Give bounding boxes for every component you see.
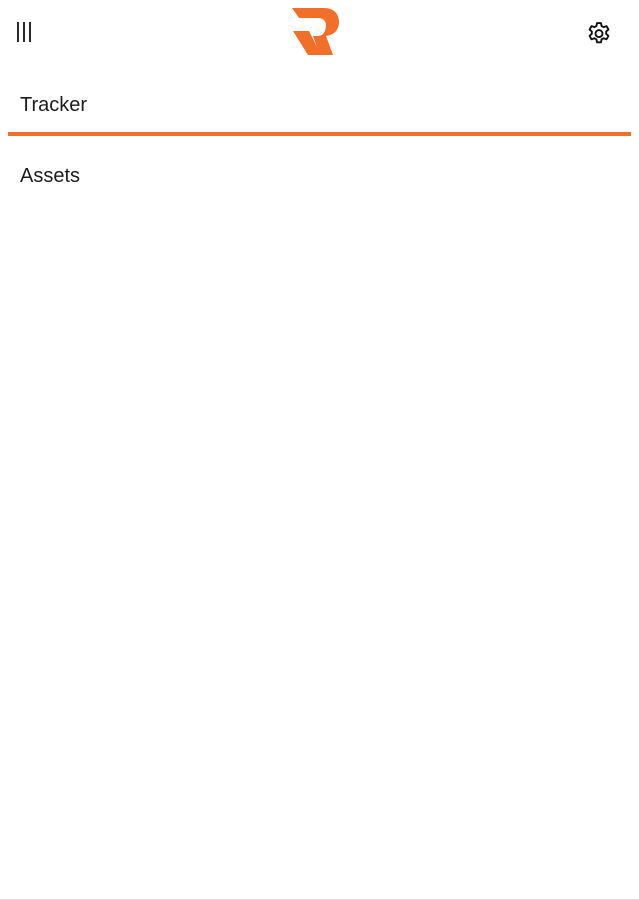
brand-logo[interactable] [291, 7, 341, 57]
nav-item-tracker[interactable]: Tracker [8, 66, 631, 136]
nav-item-label: Assets [20, 165, 81, 187]
menu-button[interactable] [12, 20, 36, 44]
gear-icon [588, 22, 610, 44]
app-shell: Tracker Assets [0, 0, 639, 900]
brand-r-logo-icon [292, 8, 339, 55]
nav-item-label: Tracker [20, 94, 88, 116]
nav-item-assets[interactable]: Assets [8, 136, 631, 204]
menu-bars-icon [17, 22, 31, 42]
top-bar [0, 0, 639, 66]
settings-button[interactable] [585, 19, 613, 47]
nav-list: Tracker Assets [8, 66, 631, 204]
